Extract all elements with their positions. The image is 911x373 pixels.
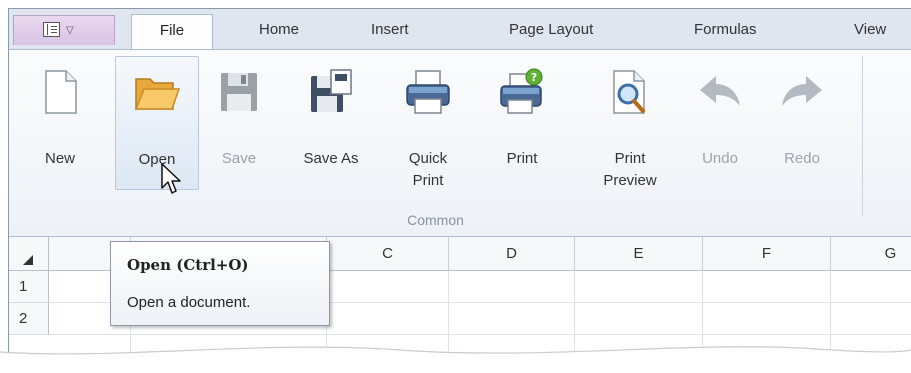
save-disk-icon	[221, 73, 257, 111]
column-header-g[interactable]: G	[831, 237, 911, 271]
select-all-corner[interactable]	[9, 237, 49, 271]
column-header-f[interactable]: F	[703, 237, 831, 271]
tooltip-title: Open (Ctrl+O)	[127, 256, 249, 274]
open-folder-icon	[134, 78, 181, 110]
save-label: Save	[221, 150, 257, 167]
tab-file[interactable]: File	[131, 14, 213, 50]
open-tooltip: Open (Ctrl+O) Open a document.	[110, 241, 330, 326]
redo-label: Redo	[784, 150, 820, 167]
torn-edge-decoration	[0, 346, 911, 373]
quick-print-button[interactable]: Quick Print	[393, 56, 463, 190]
ribbon-group-label: Common	[407, 212, 464, 228]
save-as-icon	[311, 69, 352, 112]
svg-text:?: ?	[531, 71, 537, 84]
print-label: Print	[506, 150, 538, 167]
column-header-c[interactable]: C	[327, 237, 449, 271]
print-icon: ?	[500, 68, 543, 114]
print-button[interactable]: ? Print	[487, 56, 557, 190]
ribbon-tab-bar: ▽ File Home Insert Page Layout Formulas …	[9, 9, 911, 50]
save-as-button[interactable]: Save As	[291, 56, 371, 190]
column-header-d[interactable]: D	[449, 237, 575, 271]
quick-print-label: Quick Print	[408, 150, 448, 189]
app-menu-arrow: ▽	[66, 25, 74, 36]
tab-view[interactable]: View	[854, 21, 886, 38]
row-header-1[interactable]: 1	[9, 271, 49, 303]
tooltip-description: Open a document.	[127, 294, 251, 311]
save-as-label: Save As	[303, 150, 359, 167]
tab-home[interactable]: Home	[259, 21, 299, 38]
app-menu-icon	[43, 22, 60, 37]
new-button[interactable]: New	[27, 56, 93, 190]
new-document-icon	[45, 70, 77, 114]
redo-button[interactable]: Redo	[771, 56, 833, 190]
app-menu-button[interactable]: ▽	[13, 15, 115, 45]
ribbon: New Open Save Save As Quick Print ? Prin…	[9, 49, 911, 237]
column-header-e[interactable]: E	[575, 237, 703, 271]
tab-insert[interactable]: Insert	[371, 21, 409, 38]
redo-icon	[782, 76, 822, 106]
new-label: New	[44, 150, 75, 167]
save-button[interactable]: Save	[207, 56, 271, 190]
print-preview-label: Print Preview	[603, 150, 657, 189]
undo-icon	[700, 76, 740, 106]
print-preview-icon	[613, 70, 645, 114]
ribbon-group-separator	[862, 56, 863, 216]
quick-print-icon	[406, 70, 450, 114]
open-button[interactable]: Open	[115, 56, 199, 190]
undo-button[interactable]: Undo	[689, 56, 751, 190]
select-all-triangle-icon	[23, 255, 33, 265]
undo-label: Undo	[702, 150, 738, 167]
tab-formulas[interactable]: Formulas	[694, 21, 757, 38]
mouse-cursor-icon	[161, 163, 181, 194]
tab-page-layout[interactable]: Page Layout	[509, 21, 593, 38]
open-label: Open	[138, 151, 176, 168]
print-preview-button[interactable]: Print Preview	[589, 56, 671, 190]
